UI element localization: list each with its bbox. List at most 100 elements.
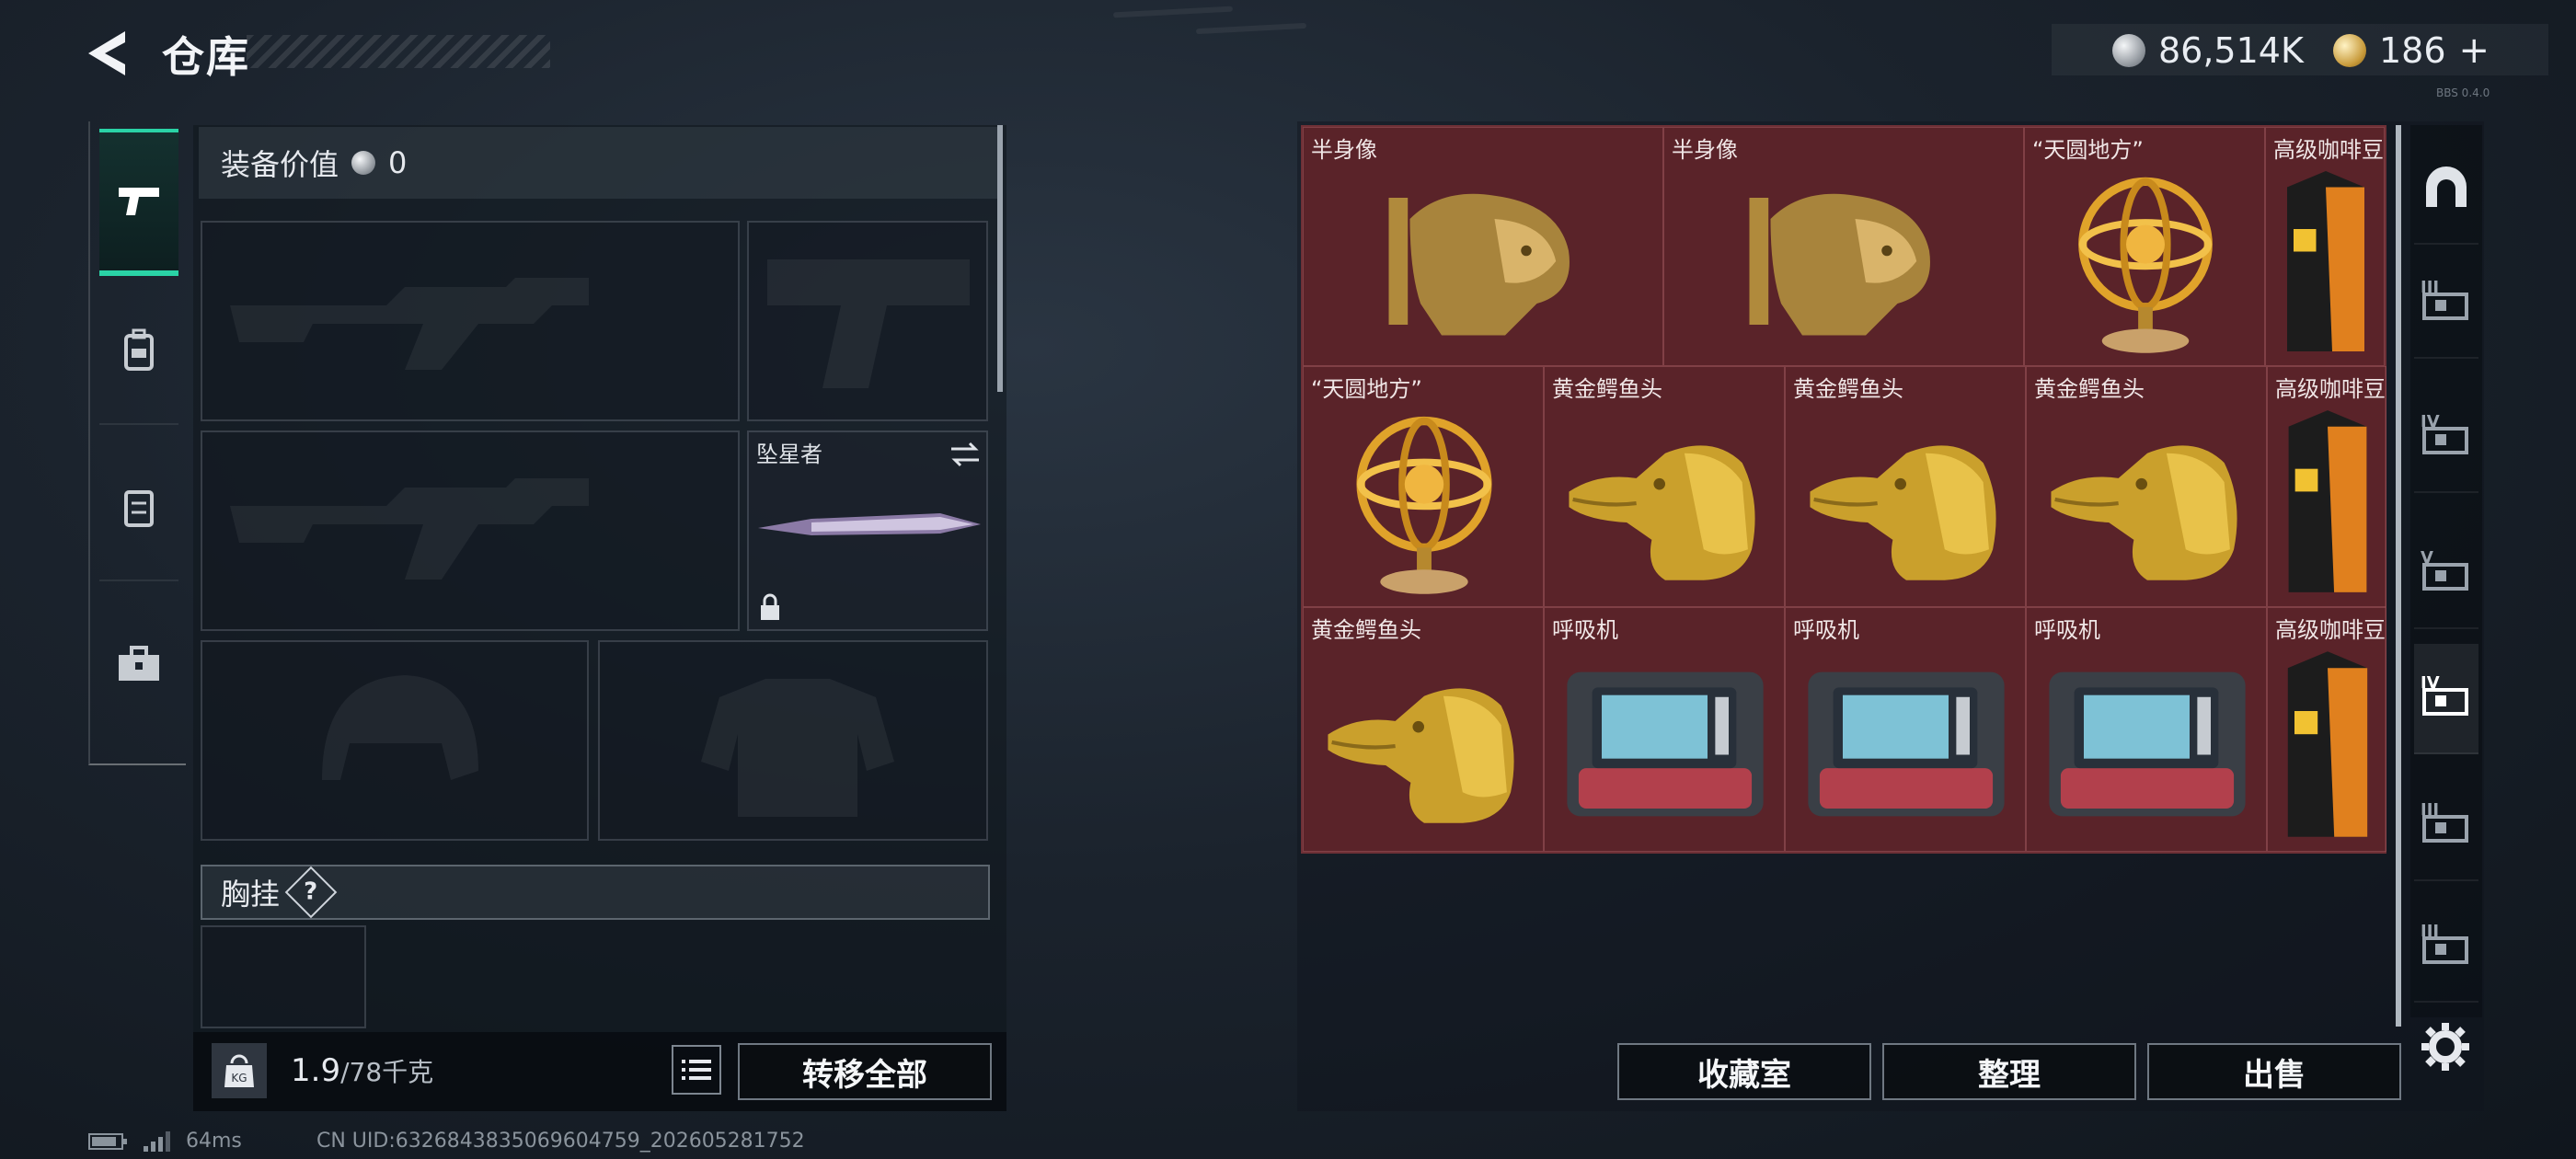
storage-item[interactable]: 呼吸机	[1544, 607, 1785, 852]
collection-room-button[interactable]: 收藏室	[1617, 1043, 1871, 1100]
storage-item-label: 高级咖啡豆	[2275, 617, 2386, 643]
svg-text:KG: KG	[231, 1072, 247, 1084]
weight-readout: 1.9/78千克	[291, 1052, 433, 1089]
storage-item[interactable]: “天圆地方”	[2024, 127, 2265, 366]
gold-currency[interactable]: 186 +	[2333, 28, 2490, 74]
storage-item[interactable]: “天圆地方”	[1303, 366, 1544, 607]
pistol-placeholder-icon	[767, 259, 970, 388]
weight-current: 1.9	[291, 1052, 341, 1089]
side-tab-storage-3[interactable]: V	[2414, 519, 2478, 629]
golden-crocodile-icon	[1559, 404, 1771, 602]
storage-item-label: 呼吸机	[1552, 617, 1618, 643]
storage-item-label: 半身像	[1672, 137, 1738, 163]
organize-button[interactable]: 整理	[1882, 1043, 2136, 1100]
storage-item[interactable]: 黄金鳄鱼头	[1785, 366, 2026, 607]
help-icon[interactable]: ?	[284, 866, 338, 919]
storage-item-label: 呼吸机	[1793, 617, 1859, 643]
storage-item[interactable]: 黄金鳄鱼头	[1303, 607, 1544, 852]
ping-text: 64ms	[186, 1130, 242, 1153]
rail-tab-toolbox[interactable]	[99, 591, 178, 738]
category-rail	[88, 121, 186, 765]
weight-icon: KG	[212, 1043, 267, 1098]
golden-crocodile-icon	[1800, 404, 2012, 602]
version-text: BBS 0.4.0	[2436, 86, 2490, 99]
silver-coin-icon	[2112, 34, 2145, 67]
status-bar: 64ms	[88, 1130, 242, 1153]
secondary-weapon-slot[interactable]	[201, 430, 740, 631]
rail-tab-vest[interactable]	[99, 434, 178, 581]
pistol-icon	[119, 188, 159, 215]
storage-item[interactable]: 高级咖啡豆	[2265, 127, 2385, 366]
title-decoration	[247, 35, 550, 68]
sell-button[interactable]: 出售	[2147, 1043, 2401, 1100]
storage-item-label: 高级咖啡豆	[2275, 376, 2386, 402]
storage-item[interactable]: 呼吸机	[1785, 607, 2026, 852]
storage-item-label: “天圆地方”	[2032, 137, 2144, 163]
ventilator-icon	[1559, 645, 1771, 847]
ventilator-icon	[2041, 645, 2253, 847]
equipment-value-bar: 装备价值 0	[199, 127, 997, 199]
transfer-all-button[interactable]: 转移全部	[738, 1043, 992, 1100]
side-tab-tier: III	[2421, 800, 2440, 820]
side-tab-overview[interactable]	[2414, 134, 2478, 245]
side-tab-tier: IV	[2421, 412, 2440, 431]
list-icon	[682, 1060, 711, 1080]
storage-item[interactable]: 半身像	[1303, 127, 1663, 366]
weight-max: /78千克	[340, 1057, 434, 1087]
add-gold-icon[interactable]: +	[2459, 29, 2490, 72]
storage-item[interactable]: 半身像	[1663, 127, 2024, 366]
signal-icon	[144, 1130, 170, 1152]
helmet-slot[interactable]	[201, 640, 589, 841]
silver-amount: 86,514K	[2158, 30, 2304, 71]
silver-currency[interactable]: 86,514K	[2112, 28, 2304, 74]
vest-icon	[124, 490, 154, 527]
rifle-placeholder-icon	[230, 478, 589, 580]
side-tab-tier: III	[2421, 278, 2440, 297]
side-tab-storage-2[interactable]: IV	[2414, 383, 2478, 493]
equipment-value-label: 装备价值	[221, 147, 339, 182]
armillary-sphere-icon	[1318, 404, 1530, 602]
silver-coin-icon	[351, 151, 376, 175]
arch-icon	[2421, 161, 2472, 216]
storage-item[interactable]: 呼吸机	[2026, 607, 2267, 852]
storage-item-label: 呼吸机	[2034, 617, 2100, 643]
primary-weapon-slot[interactable]	[201, 221, 740, 421]
rail-tab-weapons[interactable]	[99, 129, 178, 276]
body-armor-slot[interactable]	[598, 640, 988, 841]
melee-slot[interactable]: 坠星者	[747, 430, 988, 631]
lock-icon	[761, 593, 779, 620]
gold-amount: 186	[2379, 30, 2446, 71]
chest-rig-header: 胸挂 ?	[201, 865, 990, 920]
settings-gear-icon[interactable]	[2420, 1021, 2471, 1073]
side-tab-storage-5[interactable]: III	[2414, 771, 2478, 881]
storage-item[interactable]: 黄金鳄鱼头	[1544, 366, 1785, 607]
side-tab-storage-6[interactable]: III	[2414, 892, 2478, 1003]
side-tab-storage-1[interactable]: III	[2414, 248, 2478, 359]
storage-case-icon: III	[2419, 922, 2474, 971]
swap-icon[interactable]	[948, 440, 983, 469]
coffee-bag-icon	[2273, 165, 2378, 361]
storage-item[interactable]: 高级咖啡豆	[2267, 607, 2386, 852]
side-tab-tier: IV	[2421, 673, 2440, 693]
equipment-scrollbar[interactable]	[997, 125, 1003, 392]
list-view-button[interactable]	[672, 1045, 721, 1095]
chest-rig-slot[interactable]	[201, 925, 366, 1028]
armor-placeholder-icon	[701, 679, 894, 817]
page-title: 仓库	[162, 32, 250, 82]
star-faller-knife-icon	[758, 513, 981, 535]
back-arrow-icon[interactable]	[85, 28, 131, 79]
rail-tab-backpack[interactable]	[99, 278, 178, 425]
storage-item[interactable]: 高级咖啡豆	[2267, 366, 2386, 607]
storage-case-icon: IV	[2419, 412, 2474, 462]
storage-scrollbar[interactable]	[2396, 125, 2401, 1027]
side-tab-tier: III	[2421, 922, 2440, 941]
uid-text: CN UID:6326843835069604759_202605281752	[316, 1130, 805, 1153]
side-tab-storage-4[interactable]: IV	[2414, 644, 2478, 754]
storage-case-icon: V	[2419, 548, 2474, 598]
rifle-placeholder-icon	[230, 278, 589, 370]
storage-item[interactable]: 黄金鳄鱼头	[2026, 366, 2267, 607]
sidearm-slot[interactable]	[747, 221, 988, 421]
storage-case-icon: III	[2419, 278, 2474, 327]
storage-item-label: 半身像	[1311, 137, 1377, 163]
storage-item-label: 黄金鳄鱼头	[2034, 376, 2145, 402]
